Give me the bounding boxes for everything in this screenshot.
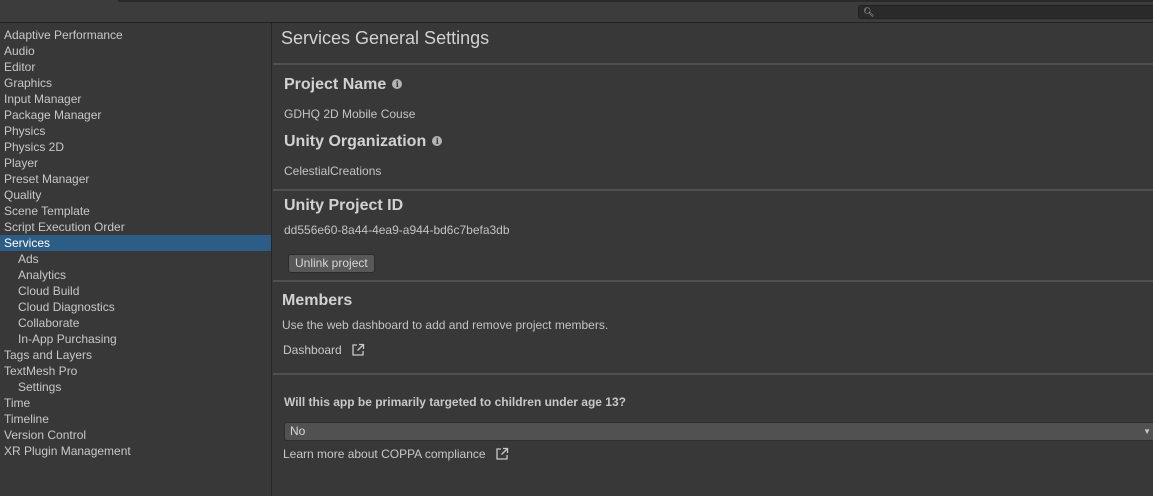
members-heading: Members [282, 292, 353, 309]
dashboard-link-label: Dashboard [283, 343, 342, 357]
project-name-label: Project Name [284, 76, 387, 93]
organization-label: Unity Organization [284, 133, 427, 150]
sidebar-item-graphics[interactable]: Graphics [0, 75, 271, 91]
project-settings-window: 🔍︎ Adaptive Performance Audio Editor Graphi… [0, 0, 1153, 496]
coppa-dropdown[interactable]: No ▼ [284, 422, 1153, 441]
sidebar-item-time[interactable]: Time [0, 395, 271, 411]
sidebar-item-collaborate[interactable]: Collaborate [0, 315, 271, 331]
project-id-heading: Unity Project ID [284, 197, 404, 214]
sidebar-item-adaptive-performance[interactable]: Adaptive Performance [0, 27, 271, 43]
search-icon: 🔍︎ [863, 7, 875, 17]
toolbar: 🔍︎ [0, 0, 1153, 23]
members-description: Use the web dashboard to add and remove … [282, 318, 609, 332]
divider [273, 63, 1153, 65]
sidebar-item-editor[interactable]: Editor [0, 59, 271, 75]
divider [273, 189, 1153, 191]
sidebar-item-cloud-diagnostics[interactable]: Cloud Diagnostics [0, 299, 271, 315]
organization-heading: Unity Organization i [284, 133, 443, 151]
coppa-learn-more-link[interactable]: Learn more about COPPA compliance [283, 447, 509, 464]
sidebar-item-in-app-purchasing[interactable]: In-App Purchasing [0, 331, 271, 347]
divider [273, 373, 1153, 375]
external-link-icon[interactable] [351, 343, 365, 360]
services-settings-panel: Services General Settings Project Name i … [273, 23, 1153, 496]
dropdown-arrow-icon: ▼ [1143, 427, 1151, 436]
sidebar-item-quality[interactable]: Quality [0, 187, 271, 203]
sidebar-item-audio[interactable]: Audio [0, 43, 271, 59]
sidebar-item-xr-plugin-management[interactable]: XR Plugin Management [0, 443, 271, 459]
sidebar-item-version-control[interactable]: Version Control [0, 427, 271, 443]
toolbar-edge [118, 0, 1153, 2]
sidebar-item-preset-manager[interactable]: Preset Manager [0, 171, 271, 187]
info-icon[interactable]: i [432, 136, 443, 146]
sidebar-item-physics[interactable]: Physics [0, 123, 271, 139]
page-title: Services General Settings [281, 28, 490, 48]
sidebar-item-ads[interactable]: Ads [0, 251, 271, 267]
sidebar-item-input-manager[interactable]: Input Manager [0, 91, 271, 107]
sidebar-item-player[interactable]: Player [0, 155, 271, 171]
coppa-learn-more-label: Learn more about COPPA compliance [283, 447, 486, 461]
settings-sidebar: Adaptive Performance Audio Editor Graphics I… [0, 23, 272, 496]
dashboard-link[interactable]: Dashboard [283, 343, 365, 360]
sidebar-item-tags-and-layers[interactable]: Tags and Layers [0, 347, 271, 363]
sidebar-item-cloud-build[interactable]: Cloud Build [0, 283, 271, 299]
info-icon[interactable]: i [392, 79, 403, 89]
coppa-dropdown-value: No [290, 424, 306, 438]
project-name-heading: Project Name i [284, 76, 403, 94]
organization-value: CelestialCreations [284, 164, 382, 178]
sidebar-item-services[interactable]: Services [0, 235, 271, 251]
sidebar-list: Adaptive Performance Audio Editor Graphics I… [0, 27, 271, 459]
sidebar-item-script-execution-order[interactable]: Script Execution Order [0, 219, 271, 235]
divider [273, 280, 1153, 282]
sidebar-item-physics-2d[interactable]: Physics 2D [0, 139, 271, 155]
unlink-project-button[interactable]: Unlink project [288, 254, 375, 273]
search-field[interactable]: 🔍︎ [858, 5, 1153, 19]
sidebar-item-package-manager[interactable]: Package Manager [0, 107, 271, 123]
sidebar-item-timeline[interactable]: Timeline [0, 411, 271, 427]
sidebar-item-textmesh-pro[interactable]: TextMesh Pro [0, 363, 271, 379]
sidebar-item-scene-template[interactable]: Scene Template [0, 203, 271, 219]
project-id-value: dd556e60-8a44-4ea9-a944-bd6c7befa3db [284, 223, 510, 237]
external-link-icon[interactable] [495, 447, 509, 464]
sidebar-item-analytics[interactable]: Analytics [0, 267, 271, 283]
sidebar-item-settings[interactable]: Settings [0, 379, 271, 395]
project-name-value: GDHQ 2D Mobile Couse [284, 107, 416, 121]
coppa-question: Will this app be primarily targeted to c… [284, 395, 626, 409]
